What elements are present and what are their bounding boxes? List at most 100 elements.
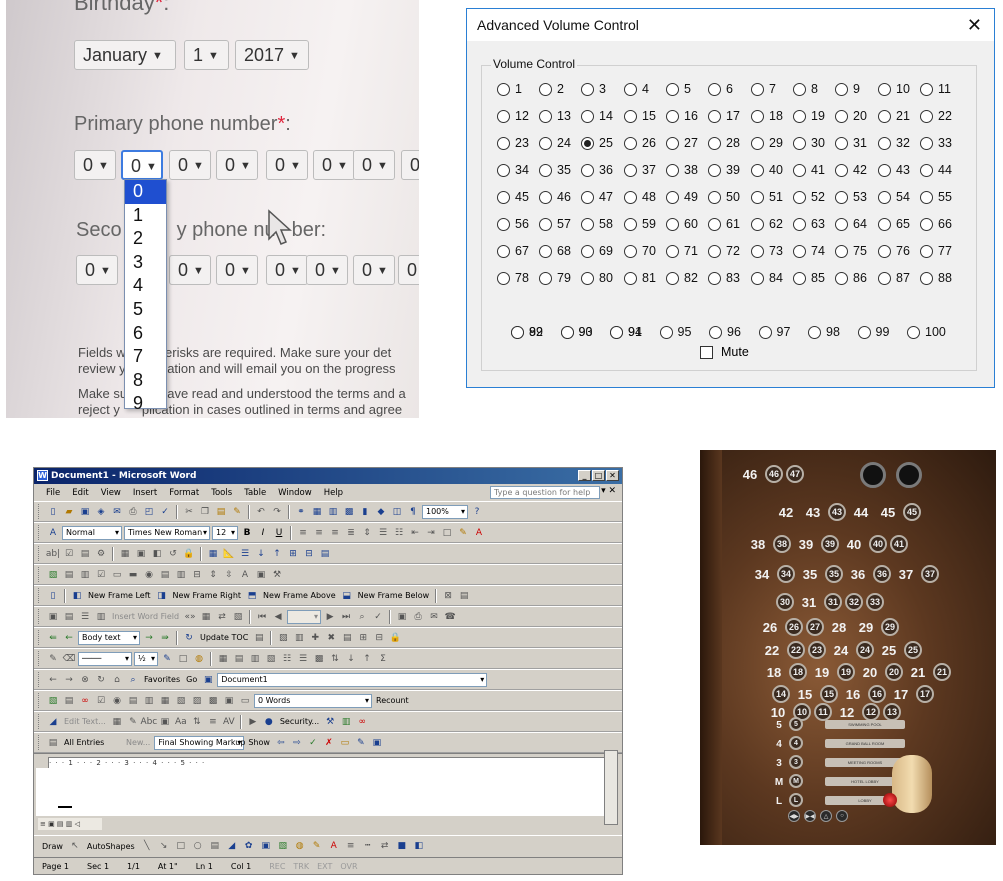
format-painter-icon[interactable]: ✎ <box>230 505 244 519</box>
dropdown-form-icon[interactable]: ▤ <box>78 547 92 561</box>
view-merged-icon[interactable]: «» <box>183 610 197 624</box>
image-2-icon[interactable]: ▣ <box>222 694 236 708</box>
increase-indent-icon[interactable]: ⇥ <box>424 526 438 540</box>
spin-btn-icon[interactable]: ⇕ <box>206 568 220 582</box>
vb-editor-icon[interactable]: ⚒ <box>323 715 337 729</box>
insert-subdoc-icon[interactable]: ▤ <box>340 631 354 645</box>
volume-radio-32[interactable]: 32 <box>878 136 910 150</box>
radio-button[interactable] <box>878 82 891 96</box>
update-toc[interactable]: Update TOC <box>198 633 250 642</box>
secondary-digit-select[interactable]: 0▼ <box>169 255 211 285</box>
radio-button[interactable] <box>708 190 721 204</box>
primary-digit-select[interactable]: 0▼ <box>401 150 419 180</box>
radio-button[interactable] <box>920 244 933 258</box>
demote-body-icon[interactable]: ⇛ <box>158 631 172 645</box>
collapse-subdocs-icon[interactable]: ▥ <box>292 631 306 645</box>
volume-radio-94[interactable]: 94 <box>610 325 642 339</box>
insert-table-icon[interactable]: ▥ <box>326 505 340 519</box>
menu-table[interactable]: Table <box>244 488 266 498</box>
volume-radio-53[interactable]: 53 <box>835 190 867 204</box>
volume-radio-42[interactable]: 42 <box>835 163 867 177</box>
tables-borders-icon[interactable]: ▦ <box>310 505 324 519</box>
volume-radio-75[interactable]: 75 <box>835 244 867 258</box>
call-icon[interactable]: ○ <box>836 810 848 822</box>
check-box-ctrl-icon[interactable]: ☑ <box>94 568 108 582</box>
cut-icon[interactable]: ✂ <box>182 505 196 519</box>
radio-button[interactable] <box>793 271 806 285</box>
radio-button[interactable] <box>751 163 764 177</box>
floor-20-button[interactable]: 20 <box>885 663 903 681</box>
form-shading-icon[interactable]: ◧ <box>150 547 164 561</box>
radio-button[interactable] <box>920 217 933 231</box>
insert-excel-icon[interactable]: ▩ <box>342 505 356 519</box>
radio-button[interactable] <box>581 244 594 258</box>
last-record-icon[interactable]: ⏭ <box>339 610 353 624</box>
volume-radio-55[interactable]: 55 <box>920 190 952 204</box>
floor-45-button[interactable]: 45 <box>903 503 921 521</box>
volume-radio-33[interactable]: 33 <box>920 136 952 150</box>
copy-icon[interactable]: ❐ <box>198 505 212 519</box>
reviewing-pane-icon[interactable]: ▣ <box>370 736 384 750</box>
door-close-icon[interactable]: ▶◀ <box>804 810 816 822</box>
volume-radio-96[interactable]: 96 <box>709 325 741 339</box>
select-objects-icon[interactable]: ↖ <box>68 839 82 853</box>
textbox-icon[interactable]: ▤ <box>208 839 222 853</box>
save-icon[interactable]: ▣ <box>78 505 92 519</box>
radio-button[interactable] <box>920 82 933 96</box>
radio-button[interactable] <box>666 163 679 177</box>
font-color-icon[interactable]: A <box>472 526 486 540</box>
insert-frame-icon[interactable]: ▣ <box>134 547 148 561</box>
primary-digit-select[interactable]: 0▼ <box>121 150 163 180</box>
secondary-digit-select[interactable]: 0▼ <box>306 255 348 285</box>
rectangle-icon[interactable]: □ <box>174 839 188 853</box>
radio-button[interactable] <box>793 136 806 150</box>
floor-26-button[interactable]: 26 <box>785 618 803 636</box>
promote-icon[interactable]: ← <box>62 631 76 645</box>
radio-button[interactable] <box>497 244 510 258</box>
arrow-icon[interactable]: ↘ <box>157 839 171 853</box>
combo-2-icon[interactable]: ▥ <box>142 694 156 708</box>
radio-button[interactable] <box>758 325 772 339</box>
text-form-field-icon[interactable]: ab| <box>46 547 60 561</box>
align-center-icon[interactable]: ≡ <box>312 526 326 540</box>
font-size-select[interactable]: 12 <box>212 525 238 540</box>
search-web-icon[interactable]: ⌕ <box>126 673 140 687</box>
volume-radio-46[interactable]: 46 <box>539 190 571 204</box>
unlabeled-button[interactable] <box>860 462 886 488</box>
reset-fields-icon[interactable]: ↺ <box>166 547 180 561</box>
view-code-icon[interactable]: ▥ <box>78 568 92 582</box>
status-ext[interactable]: EXT <box>317 862 340 871</box>
scroll-2-icon[interactable]: ▩ <box>206 694 220 708</box>
volume-radio-59[interactable]: 59 <box>624 217 656 231</box>
dropdown-option[interactable]: 9 <box>125 392 166 416</box>
merge-new-doc-icon[interactable]: ▣ <box>395 610 409 624</box>
radio-button[interactable] <box>878 109 891 123</box>
undo-icon[interactable]: ↶ <box>254 505 268 519</box>
volume-radio-50[interactable]: 50 <box>708 190 740 204</box>
radio-button[interactable] <box>497 217 510 231</box>
sort-asc-tb-icon[interactable]: ↓ <box>344 652 358 666</box>
menu-view[interactable]: View <box>101 488 121 498</box>
toc-frame-icon[interactable]: ▯ <box>46 589 60 603</box>
radio-button[interactable] <box>835 190 848 204</box>
new-frame-above[interactable]: New Frame Above <box>261 591 338 600</box>
drawing-icon[interactable]: ◆ <box>374 505 388 519</box>
volume-radio-79[interactable]: 79 <box>539 271 571 285</box>
menu-help[interactable]: Help <box>324 488 343 498</box>
radio-button[interactable] <box>878 271 891 285</box>
radio-button[interactable] <box>511 325 524 339</box>
demote-icon[interactable]: → <box>142 631 156 645</box>
open-icon[interactable]: ▰ <box>62 505 76 519</box>
paste-icon[interactable]: ▤ <box>214 505 228 519</box>
email-icon[interactable]: ✉ <box>110 505 124 519</box>
menu-file[interactable]: File <box>46 488 60 498</box>
secondary-digit-select[interactable]: 0▼ <box>76 255 118 285</box>
floor-47-button[interactable]: 47 <box>786 465 804 483</box>
same-height-icon[interactable]: Aa <box>174 715 188 729</box>
floor-37-button[interactable]: 37 <box>921 565 939 583</box>
update-toc-icon[interactable]: ↻ <box>182 631 196 645</box>
volume-radio-72[interactable]: 72 <box>708 244 740 258</box>
volume-radio-4[interactable]: 4 <box>624 82 649 96</box>
primary-digit-select[interactable]: 0▼ <box>266 150 308 180</box>
clipart-icon[interactable]: ▣ <box>259 839 273 853</box>
